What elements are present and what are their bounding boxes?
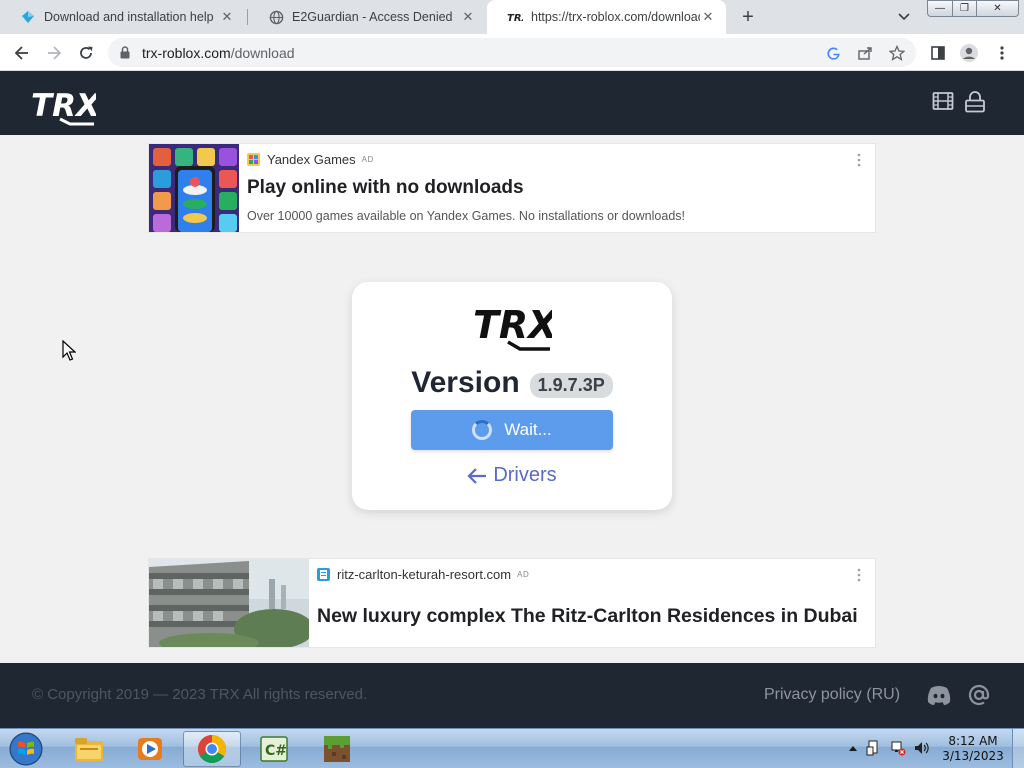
download-card: TRX Version 1.9.7.3P Wait... Drivers (352, 282, 672, 510)
start-button[interactable] (6, 732, 46, 766)
tab-search-chevron-icon[interactable] (894, 8, 914, 26)
arrow-left-icon (467, 467, 487, 484)
clock-time: 8:12 AM (948, 734, 998, 748)
restore-button[interactable]: ❐ (952, 0, 977, 17)
ad-thumbnail-building[interactable] (149, 559, 309, 647)
profile-avatar[interactable] (957, 41, 981, 65)
site-footer: © Copyright 2019 — 2023 TRX All rights r… (0, 663, 1024, 728)
svg-text:TRX: TRX (473, 303, 552, 347)
svg-text:TRX: TRX (31, 88, 96, 124)
volume-icon[interactable] (914, 740, 930, 756)
privacy-policy-link[interactable]: Privacy policy (RU) (764, 686, 900, 704)
close-icon[interactable]: ✕ (460, 9, 476, 25)
close-icon[interactable]: ✕ (219, 9, 235, 25)
ad-source-name: Yandex Games (267, 152, 356, 167)
windows-orb-icon (9, 732, 43, 766)
ad-tag: AD (361, 155, 374, 164)
ad-source-name: ritz-carlton-keturah-resort.com (337, 567, 512, 582)
padlock-icon[interactable] (120, 46, 130, 64)
at-sign-icon[interactable] (968, 684, 992, 708)
chrome-icon[interactable] (183, 731, 241, 767)
close-icon[interactable]: ✕ (700, 9, 716, 25)
taskbar: C# 8:12 AM 3/13/2023 (0, 728, 1024, 768)
roblox-diamond-icon (20, 9, 36, 25)
clock-date: 3/13/2023 (942, 749, 1004, 763)
drivers-link[interactable]: Drivers (352, 464, 672, 487)
google-icon[interactable] (824, 44, 842, 62)
tab-trx-download[interactable]: TRX https://trx-roblox.com/download ✕ (487, 0, 726, 34)
reload-button[interactable] (74, 41, 98, 65)
back-button[interactable] (10, 41, 34, 65)
version-badge: 1.9.7.3P (529, 372, 613, 398)
tab-download-help[interactable]: Download and installation help ✕ (0, 0, 245, 34)
browser-toolbar: trx-roblox.com/download (0, 34, 1024, 71)
media-player-icon[interactable] (121, 731, 179, 767)
tab-title: E2Guardian - Access Denied (292, 10, 453, 24)
tab-access-denied[interactable]: E2Guardian - Access Denied ✕ (248, 0, 486, 34)
action-center-icon[interactable] (866, 740, 882, 756)
mouse-cursor-icon (62, 339, 77, 367)
site-favicon-icon (317, 568, 330, 581)
ad-source[interactable]: Yandex Games AD (247, 152, 374, 167)
side-panel-icon (931, 46, 945, 60)
url-path: /download (230, 45, 295, 61)
ad-banner-yandex-games[interactable]: Yandex Games AD Play online with no down… (148, 143, 876, 233)
svg-text:C#: C# (265, 743, 287, 759)
loading-spinner-icon (472, 420, 493, 440)
forward-button[interactable] (42, 41, 66, 65)
version-row: Version 1.9.7.3P (352, 366, 672, 400)
csharp-icon[interactable]: C# (245, 731, 303, 767)
network-disconnected-icon[interactable] (890, 740, 906, 756)
download-button-label: Wait... (504, 420, 552, 439)
system-clock[interactable]: 8:12 AM 3/13/2023 (940, 734, 1006, 764)
url-text: trx-roblox.com/download (142, 45, 295, 61)
avatar-icon (960, 44, 978, 62)
svg-text:TRX: TRX (507, 13, 523, 23)
close-window-button[interactable]: ✕ (976, 0, 1019, 17)
show-desktop-button[interactable] (1012, 729, 1024, 768)
yandex-games-icon (247, 153, 260, 166)
ad-options-icon[interactable] (857, 568, 861, 582)
site-logo[interactable]: TRX (30, 84, 102, 126)
reload-icon (80, 46, 93, 59)
globe-icon (268, 9, 284, 25)
copyright-text: © Copyright 2019 — 2023 TRX All rights r… (32, 686, 368, 703)
ad-banner-ritz-carlton[interactable]: ritz-carlton-keturah-resort.com AD New l… (148, 558, 876, 648)
ad-source[interactable]: ritz-carlton-keturah-resort.com AD (317, 567, 529, 582)
address-bar[interactable]: trx-roblox.com/download (108, 38, 916, 67)
lock-icon[interactable] (964, 91, 988, 115)
star-icon[interactable] (888, 44, 906, 62)
tab-title: https://trx-roblox.com/download (531, 10, 700, 24)
card-logo: TRX (472, 298, 559, 352)
share-icon[interactable] (856, 44, 874, 62)
trx-logo-icon: TRX (507, 9, 523, 25)
url-host: trx-roblox.com (142, 45, 231, 61)
film-icon[interactable] (932, 91, 956, 115)
arrow-right-icon (48, 46, 62, 60)
explorer-icon[interactable] (60, 731, 118, 767)
kebab-menu-icon (1000, 46, 1004, 60)
menu-button[interactable] (990, 41, 1014, 65)
new-tab-button[interactable]: + (737, 6, 759, 28)
drivers-link-label: Drivers (493, 464, 557, 486)
minimize-button[interactable]: — (927, 0, 953, 17)
tab-strip: Download and installation help ✕ E2Guard… (0, 0, 1024, 34)
ad-title[interactable]: New luxury complex The Ritz-Carlton Resi… (317, 605, 858, 628)
minecraft-icon[interactable] (308, 731, 366, 767)
side-panel-button[interactable] (926, 41, 950, 65)
ad-title[interactable]: Play online with no downloads (247, 177, 524, 199)
ad-options-icon[interactable] (857, 153, 861, 167)
site-header: TRX (0, 71, 1024, 135)
show-hidden-icons-icon[interactable] (845, 740, 861, 756)
arrow-left-icon (14, 46, 28, 60)
tab-title: Download and installation help (44, 10, 214, 24)
ad-thumbnail-games[interactable] (149, 144, 239, 232)
discord-icon[interactable] (926, 684, 951, 708)
ad-description: Over 10000 games available on Yandex Gam… (247, 209, 685, 223)
version-label: Version (411, 366, 520, 399)
download-wait-button[interactable]: Wait... (411, 410, 613, 450)
ad-tag: AD (517, 570, 530, 579)
